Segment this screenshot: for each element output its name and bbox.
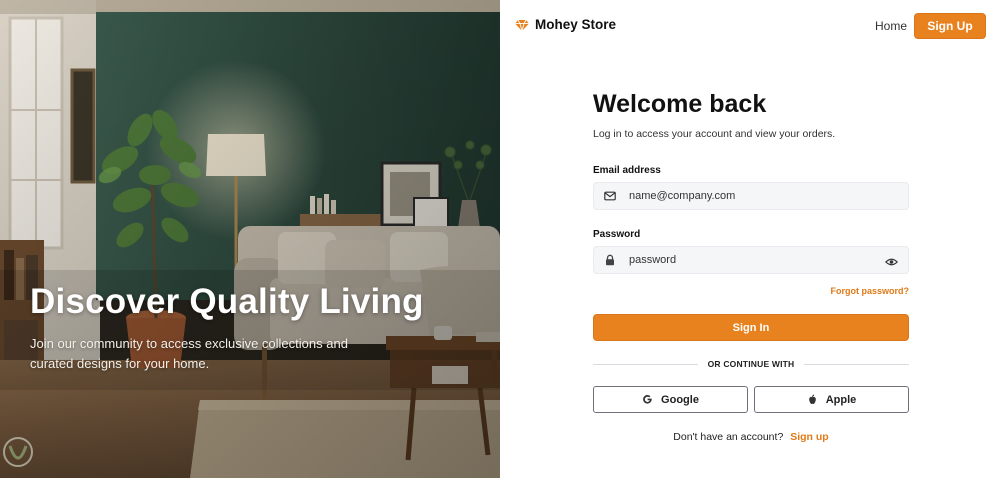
- signup-prompt: Don't have an account? Sign up: [593, 431, 909, 443]
- email-field[interactable]: [593, 182, 909, 210]
- google-label: Google: [661, 393, 699, 406]
- apple-icon: [807, 394, 818, 405]
- password-label: Password: [593, 229, 641, 240]
- google-signin-button[interactable]: Google: [593, 386, 748, 413]
- login-panel: Mohey Store Home Sign Up Welcome back Lo…: [500, 0, 1000, 478]
- brand-gem-icon: [515, 18, 529, 33]
- divider-line-left: [593, 363, 698, 365]
- signup-link[interactable]: Sign up: [790, 431, 829, 443]
- form-title: Welcome back: [593, 90, 767, 118]
- form-subtitle: Log in to access your account and view y…: [593, 128, 836, 140]
- eye-icon[interactable]: [884, 255, 899, 267]
- hero-title: Discover Quality Living: [30, 282, 424, 321]
- email-label: Email address: [593, 165, 661, 176]
- sign-in-button[interactable]: Sign In: [593, 314, 909, 341]
- password-input[interactable]: [629, 254, 869, 266]
- top-navigation: Mohey Store Home Sign Up: [500, 0, 1000, 50]
- google-icon: [642, 394, 653, 405]
- living-room-image: [0, 0, 500, 478]
- brand-logo[interactable]: Mohey Store: [515, 17, 617, 33]
- no-account-text: Don't have an account?: [673, 431, 784, 443]
- mail-icon: [604, 190, 616, 202]
- brand-name: Mohey Store: [535, 17, 617, 32]
- hero-section: Discover Quality Living Join our communi…: [0, 0, 500, 478]
- apple-label: Apple: [825, 393, 857, 406]
- login-page: Discover Quality Living Join our communi…: [0, 0, 1000, 478]
- apple-signin-button[interactable]: Apple: [754, 386, 909, 413]
- continue-with-divider: OR CONTINUE WITH: [593, 358, 909, 370]
- password-field[interactable]: [593, 246, 909, 274]
- lock-icon: [604, 254, 616, 266]
- forgot-password-link[interactable]: Forgot password?: [831, 286, 910, 296]
- divider-text: OR CONTINUE WITH: [707, 359, 795, 369]
- hero-subtitle: Join our community to access exclusive c…: [30, 336, 348, 371]
- divider-line-right: [804, 363, 909, 365]
- nav-signup-button[interactable]: Sign Up: [914, 13, 986, 39]
- nav-home-link[interactable]: Home: [875, 19, 907, 33]
- hero-text-block: Discover Quality Living Join our communi…: [30, 282, 470, 374]
- login-form: Welcome back Log in to access your accou…: [593, 88, 909, 443]
- email-input[interactable]: [629, 190, 869, 202]
